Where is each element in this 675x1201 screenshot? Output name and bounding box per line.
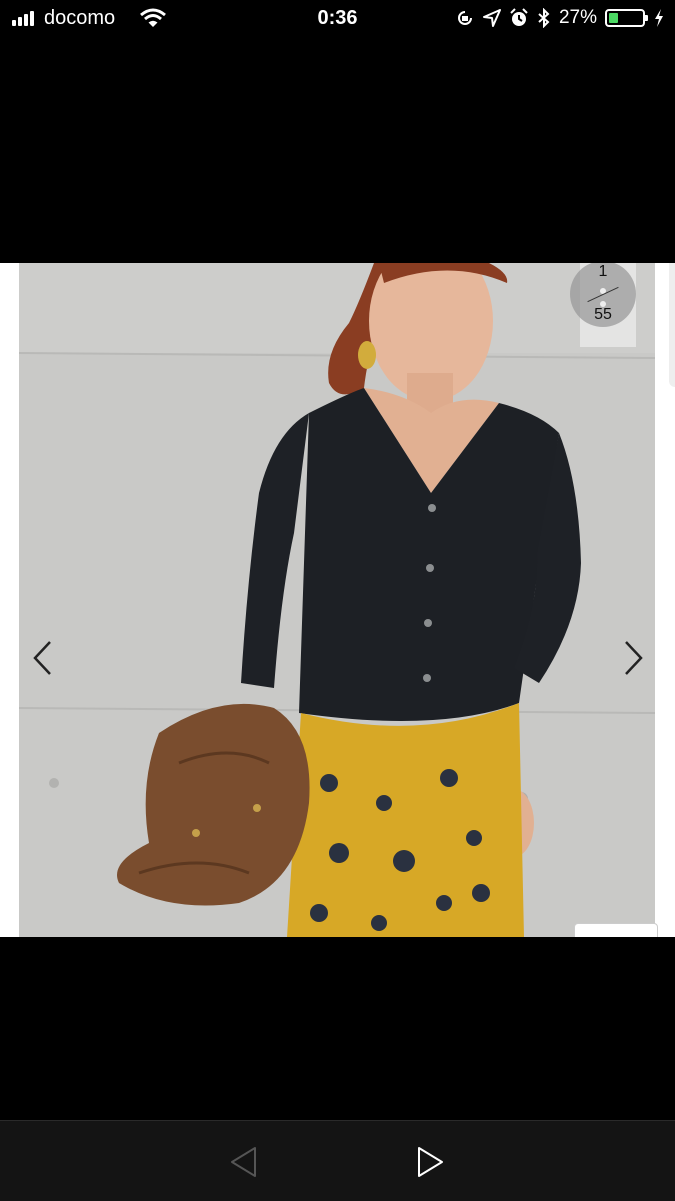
image-counter-badge: 1 55 bbox=[570, 263, 636, 327]
product-photo[interactable] bbox=[19, 263, 655, 937]
back-triangle-icon[interactable] bbox=[228, 1145, 260, 1179]
battery-fill bbox=[609, 13, 618, 23]
chevron-left-icon[interactable] bbox=[28, 638, 58, 678]
chevron-right-icon[interactable] bbox=[618, 638, 648, 678]
alarm-icon bbox=[510, 8, 528, 26]
battery-percent: 27% bbox=[558, 7, 597, 28]
scrollbar[interactable] bbox=[669, 263, 675, 387]
rotation-lock-icon bbox=[458, 11, 472, 25]
status-bar: docomo 0:36 27% bbox=[0, 0, 675, 38]
browser-toolbar bbox=[0, 1120, 675, 1201]
charging-icon bbox=[655, 9, 663, 27]
location-icon bbox=[482, 9, 501, 27]
image-viewer[interactable]: 1 55 bbox=[0, 263, 675, 937]
image-total-count: 55 bbox=[594, 306, 612, 323]
image-current-index: 1 bbox=[598, 263, 608, 280]
battery-icon bbox=[605, 9, 648, 27]
overlay-box bbox=[574, 923, 658, 937]
status-icons: 27% bbox=[455, 6, 665, 30]
image-counter: 1 55 bbox=[570, 263, 636, 347]
bluetooth-icon bbox=[538, 8, 550, 28]
forward-triangle-icon[interactable] bbox=[414, 1145, 446, 1179]
